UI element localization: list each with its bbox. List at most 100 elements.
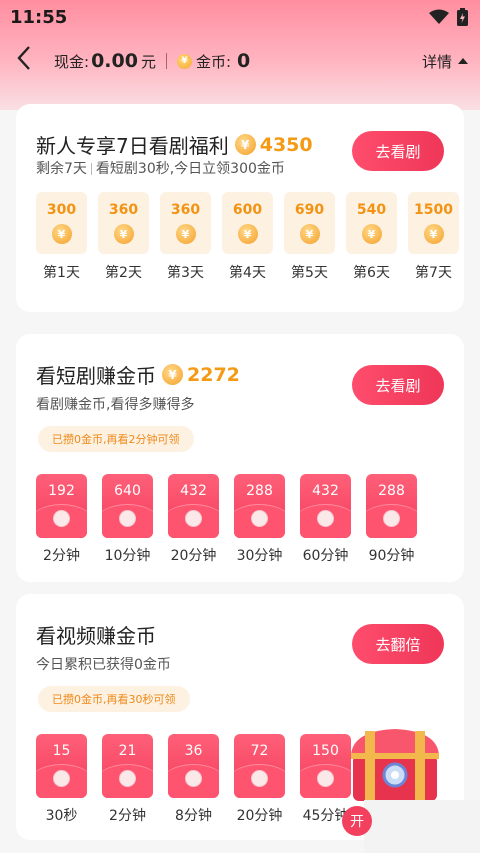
envelope-box: 15 [36,734,87,798]
drama-earn-card: 看短剧赚金币 ¥ 2272 看剧赚金币,看得多赚得多 去看剧 已攒0金币,再看2… [16,334,464,582]
reward-label: 2分钟 [43,548,80,564]
reward-envelope[interactable]: 432 60分钟 [300,474,351,565]
battery-icon [457,8,468,26]
day-amount: 600 [232,202,263,218]
newbie-day-list: 300 ¥ 第1天 360 ¥ 第2天 360 ¥ 第3天 600 ¥ 第4天 690 ¥ 第5天 … [36,192,459,282]
details-button[interactable]: 详情 [422,51,468,72]
caret-up-icon [458,58,468,64]
envelope-box: 150 [300,734,351,798]
status-time: 11:55 [10,6,68,28]
reward-amount: 640 [114,483,141,499]
day-item[interactable]: 690 ¥ 第5天 [284,192,335,282]
drama-subtitle: 看剧赚金币,看得多赚得多 [36,397,195,413]
coin-icon: ¥ [113,224,134,244]
envelope-seal-icon [185,510,202,527]
reward-envelope[interactable]: 192 2分钟 [36,474,87,565]
reward-label: 30分钟 [236,548,283,564]
video-subtitle: 今日累积已获得0金币 [36,657,171,673]
reward-envelope[interactable]: 640 10分钟 [102,474,153,565]
cash-unit: 元 [140,52,156,71]
reward-amount: 432 [180,483,207,499]
reward-label: 20分钟 [236,808,283,824]
reward-envelope[interactable]: 288 90分钟 [366,474,417,565]
reward-envelope[interactable]: 36 8分钟 [168,734,219,825]
reward-label: 20分钟 [170,548,217,564]
day-amount: 300 [46,202,77,218]
day-label: 第3天 [167,265,204,281]
video-double-button[interactable]: 去翻倍 [352,624,444,664]
envelope-box: 432 [168,474,219,538]
reward-label: 8分钟 [175,808,212,824]
reward-envelope[interactable]: 288 30分钟 [234,474,285,565]
drama-title-row: 看短剧赚金币 ¥ 2272 [36,360,240,389]
wifi-icon [429,9,449,24]
day-box: 300 ¥ [36,192,87,254]
newbie-amount: 4350 [259,133,313,156]
envelope-seal-icon [53,770,70,787]
envelope-seal-icon [185,770,202,787]
day-label: 第5天 [291,265,328,281]
reward-envelope[interactable]: 432 20分钟 [168,474,219,565]
reward-envelope[interactable]: 21 2分钟 [102,734,153,825]
coin-value: 0 [237,50,251,72]
reward-amount: 150 [312,743,339,759]
coin-label: 金币: [195,52,232,71]
day-item[interactable]: 300 ¥ 第1天 [36,192,87,282]
day-label: 第7天 [415,265,452,281]
day-item[interactable]: 540 ¥ 第6天 [346,192,397,282]
coin-icon: ¥ [234,134,256,155]
day-box: 360 ¥ [98,192,149,254]
reward-envelope[interactable]: 15 30秒 [36,734,87,825]
newbie-watch-button[interactable]: 去看剧 [352,131,444,171]
envelope-seal-icon [119,770,136,787]
cash-value: 0.00 [91,50,138,72]
day-label: 第4天 [229,265,266,281]
app-header: 现金: 0.00 元 ¥ 金币: 0 详情 [0,40,480,82]
envelope-box: 640 [102,474,153,538]
status-bar: 11:55 [0,0,480,34]
reward-amount: 432 [312,483,339,499]
reward-amount: 15 [52,743,71,759]
back-icon[interactable] [16,45,48,77]
coin-icon: ¥ [423,224,444,244]
reward-amount: 72 [250,743,269,759]
drama-reward-list: 192 2分钟 640 10分钟 432 20分钟 288 30分钟 432 60分钟 2… [36,474,417,565]
envelope-seal-icon [383,510,400,527]
reward-amount: 288 [378,483,405,499]
newbie-title: 新人专享7日看剧福利 [36,134,229,158]
day-box: 540 ¥ [346,192,397,254]
envelope-seal-icon [317,510,334,527]
envelope-box: 288 [234,474,285,538]
envelope-box: 36 [168,734,219,798]
divider [165,53,167,69]
reward-envelope[interactable]: 150 45分钟 [300,734,351,825]
envelope-box: 432 [300,474,351,538]
day-label: 第6天 [353,265,390,281]
day-item[interactable]: 360 ¥ 第3天 [160,192,211,282]
drama-watch-button[interactable]: 去看剧 [352,365,444,405]
reward-amount: 192 [48,483,75,499]
reward-label: 60分钟 [302,548,349,564]
drama-progress-tip: 已攒0金币,再看2分钟可领 [38,426,194,452]
video-progress-tip: 已攒0金币,再看30秒可领 [38,686,190,712]
reward-envelope[interactable]: 72 20分钟 [234,734,285,825]
envelope-seal-icon [251,510,268,527]
day-item[interactable]: 1500 ¥ 第7天 [408,192,459,282]
envelope-seal-icon [251,770,268,787]
day-label: 第2天 [105,265,142,281]
newbie-welfare-card: 新人专享7日看剧福利 ¥ 4350 剩余7天 看短剧30秒,今日立领300金币 去… [16,104,464,312]
day-item[interactable]: 600 ¥ 第4天 [222,192,273,282]
day-item[interactable]: 360 ¥ 第2天 [98,192,149,282]
reward-label: 90分钟 [368,548,415,564]
floating-open-button[interactable]: 开 [342,806,372,836]
day-box: 690 ¥ [284,192,335,254]
status-icons [429,8,468,26]
envelope-box: 21 [102,734,153,798]
treasure-chest-icon[interactable] [345,725,445,805]
day-amount: 690 [294,202,325,218]
drama-title: 看短剧赚金币 [36,364,156,388]
reward-amount: 21 [118,743,137,759]
reward-label: 30秒 [45,808,78,824]
day-amount: 360 [170,202,201,218]
drama-amount: 2272 [187,363,240,386]
